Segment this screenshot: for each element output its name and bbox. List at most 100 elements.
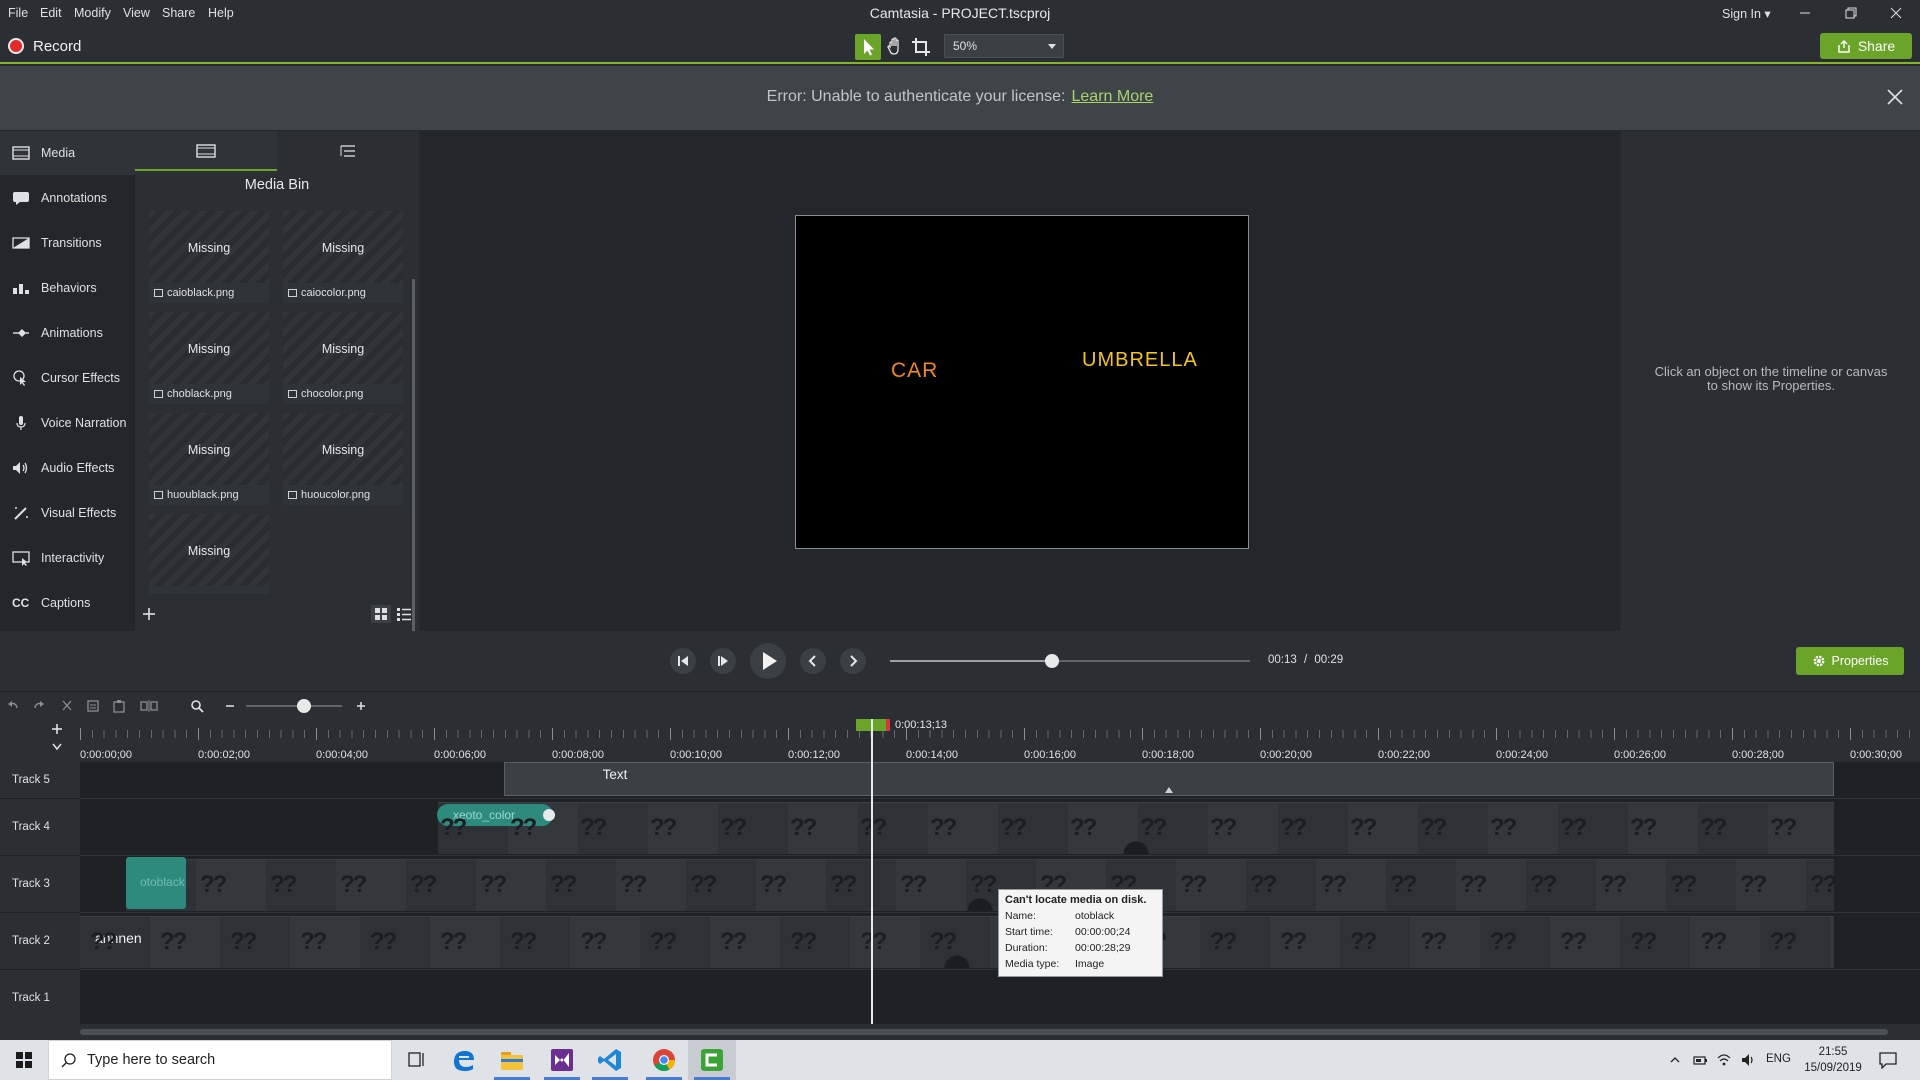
previous-button[interactable] bbox=[800, 648, 826, 674]
track-header-5[interactable]: Track 5 bbox=[0, 762, 80, 798]
zoom-out-icon[interactable] bbox=[223, 699, 237, 713]
track-header-1[interactable]: Track 1 bbox=[0, 970, 80, 1026]
input-language[interactable]: ENG bbox=[1766, 1053, 1791, 1065]
restore-icon[interactable] bbox=[1841, 4, 1861, 22]
clip-otoblack-selected[interactable]: otoblack bbox=[126, 857, 186, 909]
notification-icon[interactable] bbox=[1878, 1051, 1898, 1069]
tab-media-bin[interactable] bbox=[135, 131, 277, 171]
missing-media-glyph: ?? bbox=[1560, 928, 1587, 955]
record-button[interactable]: Record bbox=[8, 36, 81, 56]
sidebar-item-media[interactable]: Media bbox=[0, 131, 135, 175]
media-item[interactable]: Missing huoucolor.png bbox=[283, 413, 403, 505]
timeline-ruler[interactable]: 0:00:00;00 0:00:02;00 0:00:04;00 0:00:06;00… bbox=[0, 719, 1920, 762]
canvas-text-umbrella[interactable]: UMBRELLA bbox=[1082, 349, 1198, 372]
wifi-icon[interactable] bbox=[1716, 1052, 1732, 1068]
playhead-out-marker[interactable] bbox=[886, 719, 890, 731]
tab-library[interactable] bbox=[277, 131, 419, 171]
canvas-text-car[interactable]: CAR bbox=[891, 359, 938, 383]
search-icon[interactable] bbox=[190, 699, 204, 713]
media-item[interactable]: Missing choblack.png bbox=[149, 312, 269, 404]
sidebar-item-audio-effects[interactable]: Audio Effects bbox=[0, 446, 135, 490]
chevron-up-icon[interactable] bbox=[1668, 1053, 1682, 1067]
properties-button[interactable]: Properties bbox=[1796, 647, 1904, 675]
ruler-tick-label: 0:00:16;00 bbox=[1024, 749, 1076, 761]
sign-in-menu[interactable]: Sign In ▾ bbox=[1722, 6, 1771, 21]
sidebar-item-voice-narration[interactable]: Voice Narration bbox=[0, 401, 135, 445]
select-tool-button[interactable] bbox=[855, 34, 881, 60]
ruler-tick-label: 0:00:22;00 bbox=[1378, 749, 1430, 761]
split-icon[interactable] bbox=[140, 699, 158, 713]
cut-icon[interactable] bbox=[60, 699, 74, 713]
learn-more-link[interactable]: Learn More bbox=[1072, 88, 1154, 105]
vscode-app[interactable] bbox=[586, 1040, 634, 1080]
system-clock[interactable]: 21:55 15/09/2019 bbox=[1800, 1044, 1866, 1076]
clip-text[interactable]: Text bbox=[504, 762, 1834, 796]
ruler-tick-label: 0:00:20;00 bbox=[1260, 749, 1312, 761]
sidebar-item-animations[interactable]: Animations bbox=[0, 311, 135, 355]
chevron-down-icon[interactable] bbox=[50, 741, 64, 753]
tooltip-row: Duration: 00:00:28;29 bbox=[1005, 940, 1156, 956]
chrome-app[interactable] bbox=[640, 1040, 688, 1080]
playback-scrubber[interactable] bbox=[890, 654, 1250, 668]
redo-icon[interactable] bbox=[32, 699, 46, 713]
media-bin-scrollbar[interactable] bbox=[412, 279, 415, 689]
pan-tool-button[interactable] bbox=[882, 34, 908, 60]
list-view-button[interactable] bbox=[395, 605, 413, 623]
zoom-in-icon[interactable] bbox=[354, 699, 368, 713]
clip-handle[interactable] bbox=[543, 809, 555, 821]
camtasia-app[interactable] bbox=[688, 1040, 736, 1080]
media-bin-title: Media Bin bbox=[244, 177, 310, 193]
visual-studio-app[interactable] bbox=[538, 1040, 586, 1080]
missing-media-glyph: ?? bbox=[510, 928, 537, 955]
sidebar-item-label: Interactivity bbox=[41, 551, 105, 565]
edge-app[interactable] bbox=[440, 1040, 488, 1080]
crop-tool-button[interactable] bbox=[908, 34, 934, 60]
paste-icon[interactable] bbox=[112, 699, 126, 713]
missing-media-glyph: ?? bbox=[410, 871, 437, 898]
taskbar-search[interactable]: Type here to search bbox=[48, 1040, 392, 1080]
sidebar-item-annotations[interactable]: Annotations bbox=[0, 176, 135, 220]
close-icon[interactable] bbox=[1886, 88, 1904, 106]
sidebar-item-behaviors[interactable]: Behaviors bbox=[0, 266, 135, 310]
media-item[interactable]: Missing huoublack.png bbox=[149, 413, 269, 505]
track-header-3[interactable]: Track 3 bbox=[0, 856, 80, 912]
track-header-4[interactable]: Track 4 bbox=[0, 799, 80, 855]
plus-icon[interactable] bbox=[141, 606, 157, 622]
missing-media-glyph: ?? bbox=[690, 871, 717, 898]
start-button[interactable] bbox=[0, 1040, 48, 1080]
track-header-2[interactable]: Track 2 bbox=[0, 913, 80, 969]
share-button[interactable]: Share bbox=[1820, 33, 1912, 59]
scrubber-handle[interactable] bbox=[1045, 654, 1059, 668]
sidebar-item-interactivity[interactable]: Interactivity bbox=[0, 536, 135, 580]
clip-missing-media[interactable] bbox=[438, 802, 1834, 854]
grid-view-button[interactable] bbox=[371, 605, 391, 623]
step-back-button[interactable] bbox=[670, 648, 696, 674]
media-item[interactable]: Missing bbox=[149, 514, 269, 594]
battery-icon[interactable] bbox=[1692, 1052, 1708, 1068]
sidebar-item-captions[interactable]: CC Captions bbox=[0, 581, 135, 625]
preview-canvas[interactable]: CAR UMBRELLA bbox=[795, 215, 1249, 549]
task-view-button[interactable] bbox=[392, 1040, 440, 1080]
volume-icon[interactable] bbox=[1740, 1052, 1756, 1068]
play-icon bbox=[763, 652, 777, 670]
copy-icon[interactable] bbox=[86, 699, 100, 713]
zoom-dropdown[interactable]: 50% bbox=[944, 34, 1064, 58]
media-item[interactable]: Missing caiocolor.png bbox=[283, 211, 403, 303]
timeline-zoom-slider[interactable] bbox=[246, 699, 342, 713]
sidebar-item-visual-effects[interactable]: Visual Effects bbox=[0, 491, 135, 535]
undo-icon[interactable] bbox=[6, 699, 20, 713]
sidebar-item-transitions[interactable]: Transitions bbox=[0, 221, 135, 265]
sidebar-item-cursor-effects[interactable]: Cursor Effects bbox=[0, 356, 135, 400]
next-button[interactable] bbox=[840, 648, 866, 674]
timeline-zoom-handle[interactable] bbox=[296, 699, 311, 713]
minimize-icon[interactable] bbox=[1795, 4, 1815, 22]
step-forward-button[interactable] bbox=[710, 648, 736, 674]
play-button[interactable] bbox=[750, 643, 786, 679]
add-track-icon[interactable] bbox=[50, 722, 64, 736]
media-item[interactable]: Missing caioblack.png bbox=[149, 211, 269, 303]
media-item[interactable]: Missing chocolor.png bbox=[283, 312, 403, 404]
timeline-scrollbar[interactable] bbox=[0, 1024, 1920, 1040]
file-explorer-app[interactable] bbox=[488, 1040, 536, 1080]
close-window-icon[interactable] bbox=[1886, 4, 1906, 22]
scrollbar-thumb[interactable] bbox=[80, 1029, 1888, 1035]
